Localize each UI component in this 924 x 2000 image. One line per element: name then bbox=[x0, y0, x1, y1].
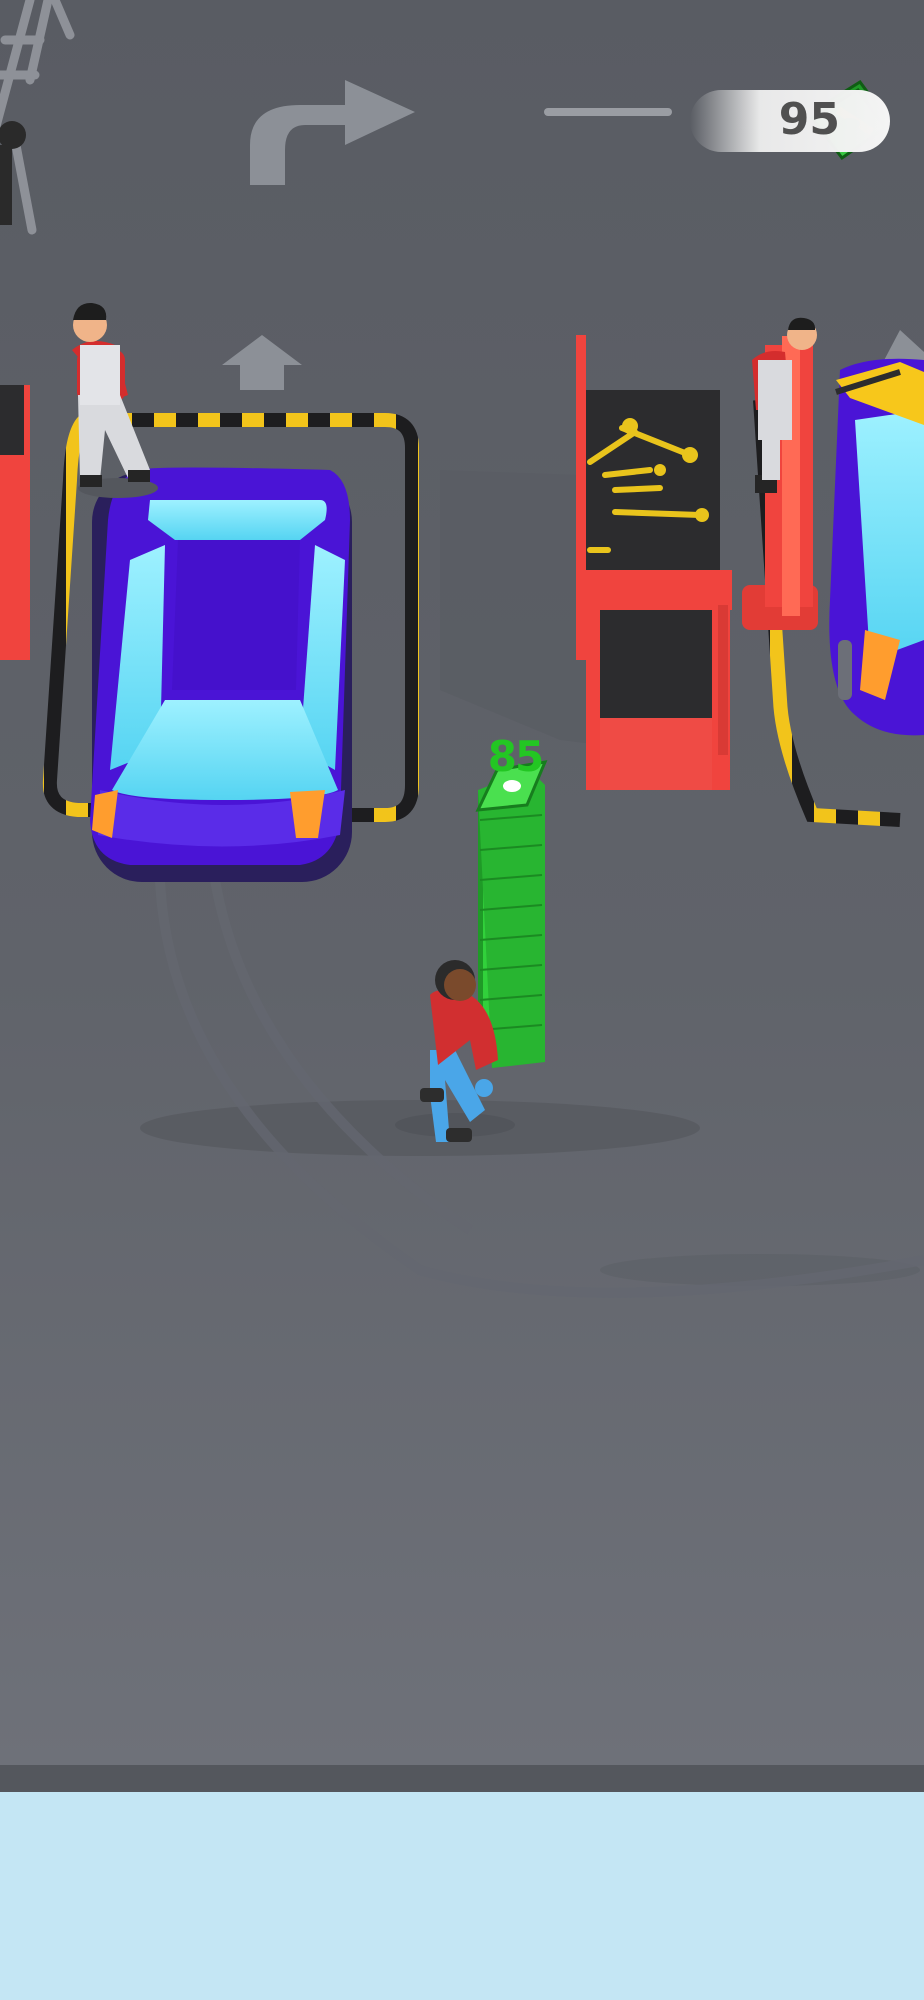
car-left bbox=[90, 467, 352, 882]
carried-cash-label: 85 bbox=[487, 732, 544, 781]
tool-chest bbox=[576, 335, 732, 790]
bottom-panel bbox=[0, 1792, 924, 2000]
floor-edge bbox=[0, 1765, 924, 1793]
cash-amount: 95 bbox=[778, 94, 840, 145]
game-scene bbox=[0, 0, 924, 1793]
level-progress-bar bbox=[544, 108, 672, 116]
garage-floor bbox=[0, 0, 924, 1765]
